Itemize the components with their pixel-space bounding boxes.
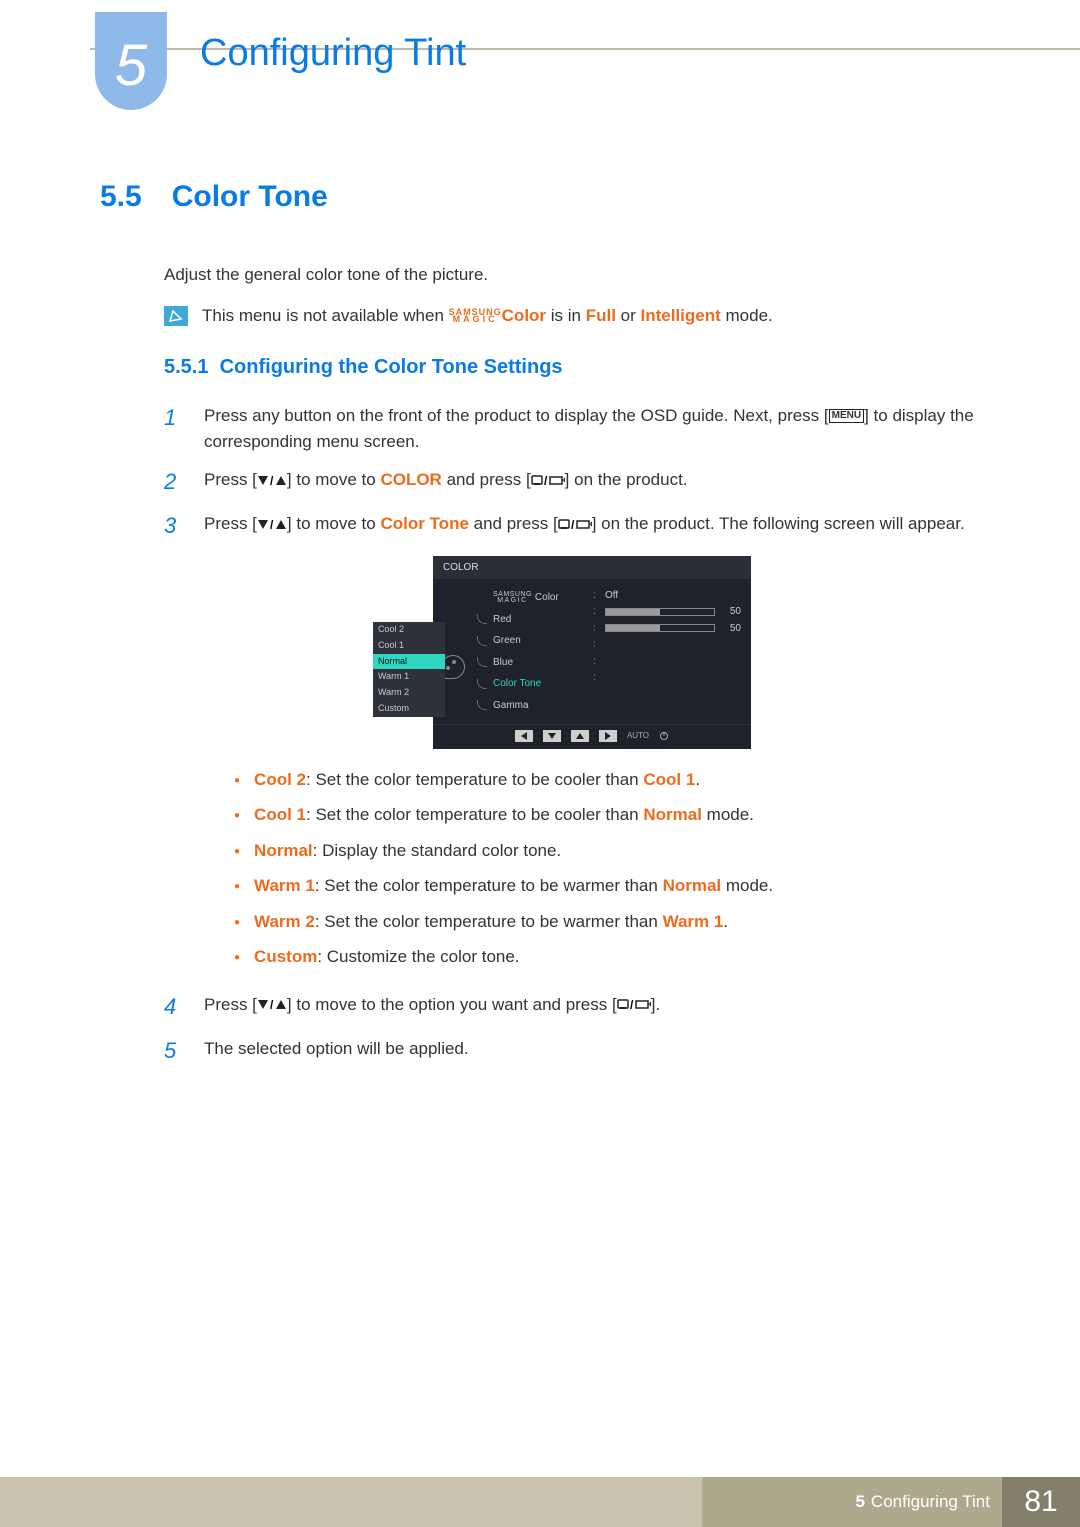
note-text: This menu is not available when SAMSUNGM… [202,306,773,326]
select-source-icon: / [531,475,565,487]
down-up-icon: / [257,999,287,1011]
osd-nav-right-icon [599,730,617,742]
select-source-icon: / [617,999,651,1011]
svg-text:/: / [270,519,274,531]
menu-button-icon: MENU [829,409,864,423]
note-icon [164,306,188,326]
osd-nav-left-icon [515,730,533,742]
samsung-magic-logo: SAMSUNGMAGIC [449,309,502,323]
footer: 5 Configuring Tint 81 [0,1477,1080,1527]
section-title: Color Tone [172,180,328,214]
step-1: 1 Press any button on the front of the p… [164,403,980,456]
osd-nav-bar: AUTO [433,724,751,748]
chapter-number: 5 [115,32,147,99]
intro-text: Adjust the general color tone of the pic… [164,262,980,288]
svg-text:/: / [571,519,575,531]
osd-screenshot: COLOR SAMSUNGMAGIC Color Red Green Blue … [204,556,980,749]
osd-nav-down-icon [543,730,561,742]
chapter-title: Configuring Tint [200,32,466,75]
down-up-icon: / [257,519,287,531]
step-4: 4 Press [/] to move to the option you wa… [164,992,980,1024]
section-heading: 5.5 Color Tone [100,180,980,214]
svg-text:/: / [270,999,274,1011]
osd-power-icon [659,731,669,741]
step-2: 2 Press [/] to move to COLOR and press [… [164,467,980,499]
osd-values: :Off :50 :50 : : : [593,579,751,724]
svg-text:/: / [270,475,274,487]
osd-nav-auto: AUTO [627,730,649,742]
down-up-icon: / [257,475,287,487]
step-3: 3 Press [/] to move to Color Tone and pr… [164,511,980,979]
osd-nav-up-icon [571,730,589,742]
footer-page-number: 81 [1002,1477,1080,1527]
osd-dropdown: Cool 2 Cool 1 Normal Warm 1 Warm 2 Custo… [373,622,445,718]
footer-chapter-title: Configuring Tint [871,1492,990,1512]
osd-title: COLOR [433,556,751,580]
note-row: This menu is not available when SAMSUNGM… [164,306,980,326]
select-source-icon: / [558,519,592,531]
bullet-list: ●Cool 2: Set the color temperature to be… [234,767,980,970]
step-5: 5 The selected option will be applied. [164,1036,980,1068]
osd-menu-items: SAMSUNGMAGIC Color Red Green Blue Color … [473,579,593,724]
section-number: 5.5 [100,180,142,214]
footer-chapter-num: 5 [855,1492,864,1512]
svg-text:/: / [544,475,548,487]
svg-text:/: / [630,999,634,1011]
chapter-badge: 5 [95,12,167,110]
subsection-heading: 5.5.1 Configuring the Color Tone Setting… [164,356,980,379]
